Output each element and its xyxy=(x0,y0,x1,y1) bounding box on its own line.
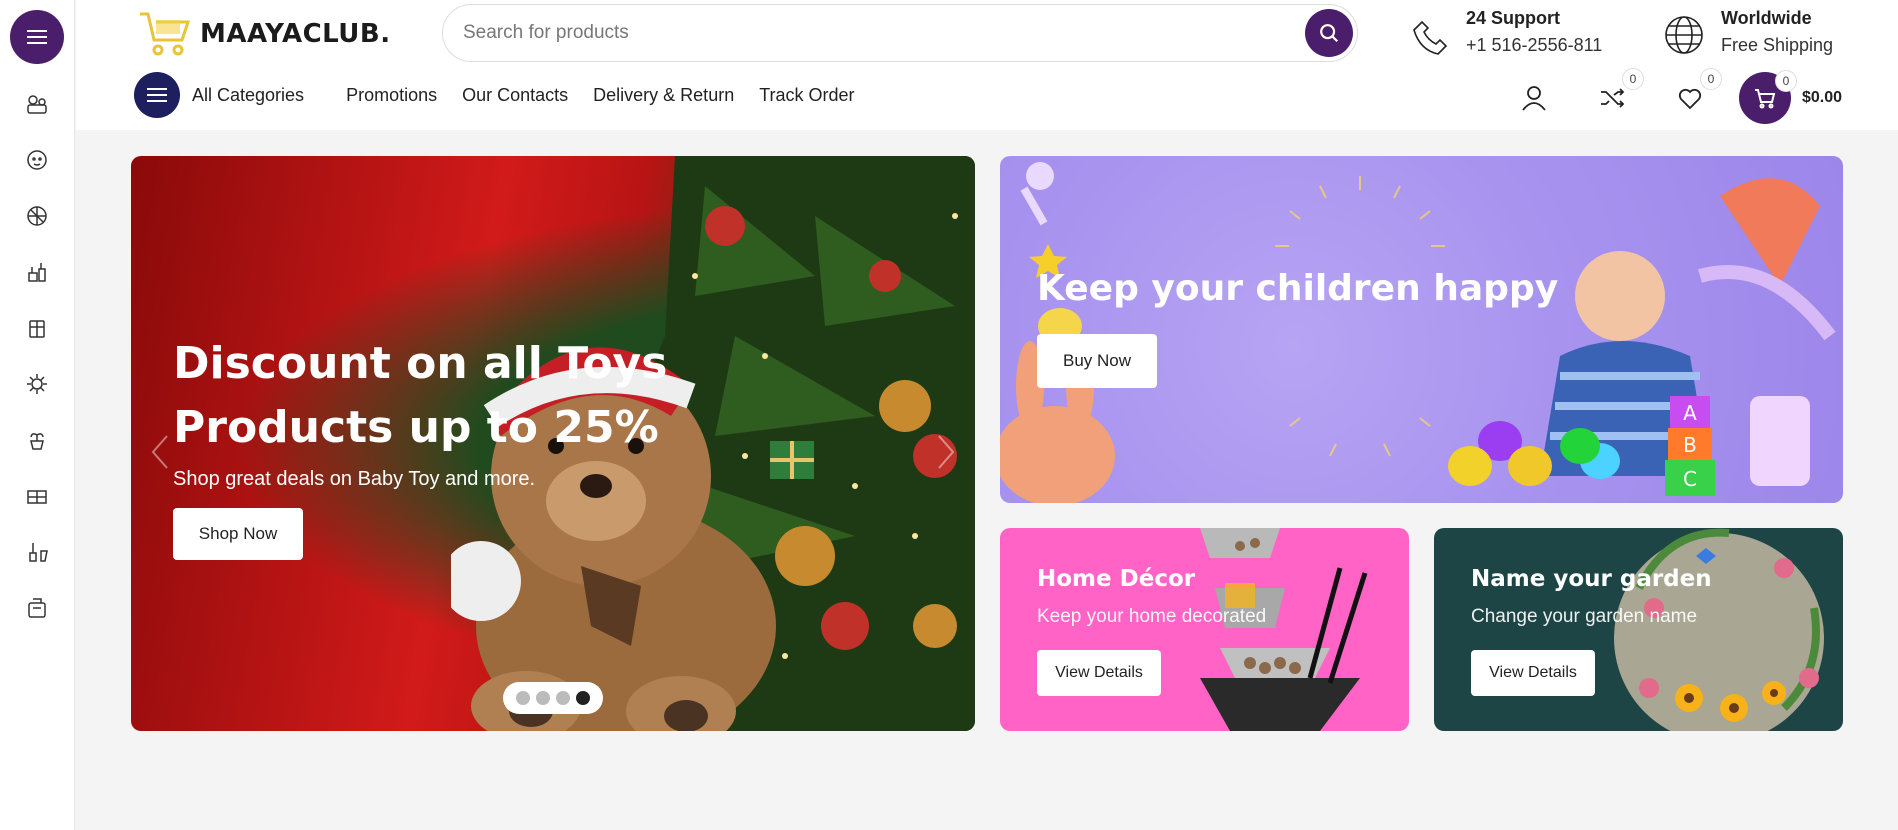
slider-dot-3[interactable] xyxy=(556,691,570,705)
cart-logo-icon xyxy=(140,12,191,56)
buy-now-button[interactable]: Buy Now xyxy=(1037,334,1157,388)
garden-title: Name your garden xyxy=(1471,566,1712,592)
wishlist-button[interactable]: 0 xyxy=(1672,68,1722,116)
search-input[interactable] xyxy=(463,22,1283,44)
all-categories-label[interactable]: All Categories xyxy=(192,85,304,106)
nav-track-order[interactable]: Track Order xyxy=(759,85,854,106)
globe-icon xyxy=(1665,16,1703,54)
wishlist-count-badge: 0 xyxy=(1700,68,1722,90)
kitchen-icon[interactable] xyxy=(23,594,51,622)
hero-title: Discount on all Toys Products up to 25% xyxy=(173,338,668,453)
main-nav: All Categories Promotions Our Contacts D… xyxy=(134,72,880,118)
search-button[interactable] xyxy=(1305,9,1353,57)
user-icon xyxy=(1522,86,1546,111)
nav-promotions[interactable]: Promotions xyxy=(346,85,437,106)
account-button[interactable] xyxy=(1516,80,1552,116)
support-icon xyxy=(1413,20,1448,55)
sports-icon[interactable] xyxy=(23,202,51,230)
support-title: 24 Support xyxy=(1466,8,1561,28)
chevron-left-icon xyxy=(151,435,168,469)
cart-icon xyxy=(1755,89,1776,109)
search-bar xyxy=(442,4,1358,62)
all-categories-button[interactable] xyxy=(134,72,180,118)
logo[interactable]: MAAYACLUB. xyxy=(136,8,391,60)
baby-toys-image: A B C xyxy=(1000,162,1836,503)
svg-text:B: B xyxy=(1683,433,1697,457)
home-decor-banner[interactable]: Home Décor Keep your home decorated View… xyxy=(1000,528,1409,731)
sidebar-menu-button[interactable] xyxy=(10,10,64,64)
garden-tools-icon[interactable] xyxy=(23,258,51,286)
cart-button[interactable]: 0 xyxy=(1739,70,1797,124)
nav-delivery-return[interactable]: Delivery & Return xyxy=(593,85,734,106)
shop-now-button[interactable]: Shop Now xyxy=(173,508,303,560)
search-icon xyxy=(1320,24,1339,43)
site-header: MAAYACLUB. 24 Support +1 516-2556-811 Wo… xyxy=(76,0,1898,130)
nav-our-contacts[interactable]: Our Contacts xyxy=(462,85,568,106)
shuffle-icon xyxy=(1601,88,1625,108)
hero-slider: Discount on all Toys Products up to 25% … xyxy=(131,156,975,731)
menu-icon xyxy=(27,30,47,44)
toys-icon[interactable] xyxy=(23,90,51,118)
chevron-right-icon xyxy=(938,435,955,469)
compare-count-badge: 0 xyxy=(1622,68,1644,90)
heart-icon xyxy=(1678,88,1702,110)
slider-next-button[interactable] xyxy=(935,432,957,472)
shipping-title: Worldwide xyxy=(1721,8,1812,28)
menu-icon xyxy=(147,88,167,102)
gear-icon[interactable] xyxy=(23,370,51,398)
kids-banner[interactable]: A B C Keep your children happy Buy Now xyxy=(1000,156,1843,503)
shipping-info[interactable]: Worldwide Free Shipping xyxy=(1661,6,1833,60)
logo-text: MAAYACLUB. xyxy=(200,19,391,49)
hero-subtitle: Shop great deals on Baby Toy and more. xyxy=(173,468,536,490)
baby-icon[interactable] xyxy=(23,146,51,174)
home-decor-subtitle: Keep your home decorated xyxy=(1037,606,1267,627)
home-decor-title: Home Décor xyxy=(1037,566,1196,592)
compare-button[interactable]: 0 xyxy=(1594,68,1644,116)
svg-text:A: A xyxy=(1683,401,1697,425)
slider-dot-4[interactable] xyxy=(576,691,590,705)
furniture-icon[interactable] xyxy=(23,482,51,510)
cart-count-badge: 0 xyxy=(1775,70,1797,92)
slider-dot-2[interactable] xyxy=(536,691,550,705)
slider-pagination xyxy=(503,682,603,714)
plants-icon[interactable] xyxy=(23,426,51,454)
shipping-subtitle: Free Shipping xyxy=(1721,35,1834,55)
slider-dot-1[interactable] xyxy=(516,691,530,705)
support-info[interactable]: 24 Support +1 516-2556-811 xyxy=(1406,6,1602,60)
garden-banner[interactable]: Name your garden Change your garden name… xyxy=(1434,528,1843,731)
gifts-icon[interactable] xyxy=(23,314,51,342)
support-phone: +1 516-2556-811 xyxy=(1466,35,1603,55)
fountain-image xyxy=(1200,528,1368,731)
kids-banner-title: Keep your children happy xyxy=(1037,268,1559,309)
category-sidebar xyxy=(0,0,75,830)
home-decor-view-details-button[interactable]: View Details xyxy=(1037,650,1161,696)
garden-stone-image xyxy=(1614,528,1824,731)
garden-subtitle: Change your garden name xyxy=(1471,606,1698,627)
garden-view-details-button[interactable]: View Details xyxy=(1471,650,1595,696)
gardening-icon[interactable] xyxy=(23,538,51,566)
slider-prev-button[interactable] xyxy=(149,432,171,472)
svg-text:C: C xyxy=(1683,467,1697,491)
cart-total[interactable]: $0.00 xyxy=(1802,89,1842,107)
